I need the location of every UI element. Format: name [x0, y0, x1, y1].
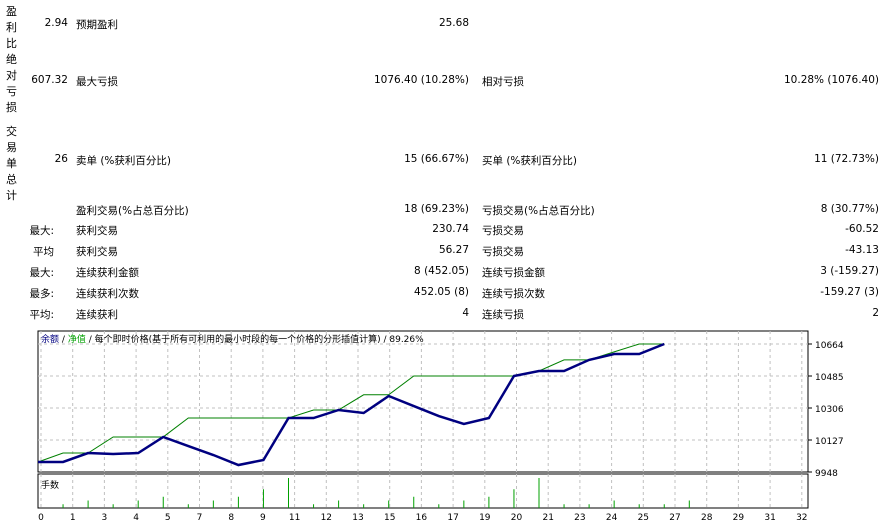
chart-header: 余额 / 净值 / 每个即时价格(基于所有可利用的最小时段的每一个价格的分形插值…	[41, 332, 424, 345]
y-tick-label: 10664	[815, 341, 844, 351]
x-tick-label: 3	[102, 513, 108, 523]
x-tick-label: 5	[165, 513, 171, 523]
x-tick-label: 23	[574, 513, 585, 523]
x-tick-label: 21	[542, 513, 553, 523]
x-tick-label: 28	[701, 513, 713, 523]
x-tick-label: 0	[38, 513, 44, 523]
y-tick-label: 9948	[815, 469, 838, 479]
y-tick-label: 10306	[815, 405, 844, 415]
main-panel	[37, 330, 809, 473]
x-tick-label: 24	[606, 513, 618, 523]
equity-chart: 1066410485103061012799480 1 3 4 5 7 8 9 11 12 13 15…	[37, 330, 844, 523]
x-tick-label: 27	[669, 513, 680, 523]
volume-label: 手数	[41, 481, 60, 491]
x-tick-label: 11	[289, 513, 300, 523]
separator: /	[61, 335, 65, 345]
x-tick-label: 19	[479, 513, 491, 523]
legend-equity: 净值	[67, 335, 86, 345]
x-tick-label: 7	[197, 513, 203, 523]
x-tick-label: 15	[384, 513, 395, 523]
x-tick-label: 1	[70, 513, 76, 523]
x-tick-label: 20	[511, 513, 523, 523]
x-tick-label: 4	[133, 513, 139, 523]
y-tick-label: 10127	[815, 437, 844, 447]
x-tick-label: 31	[764, 513, 775, 523]
legend-balance: 余额	[41, 335, 60, 345]
x-tick-label: 16	[416, 513, 428, 523]
model-info: / 每个即时价格(基于所有可利用的最小时段的每一个价格的分形插值计算) / 89…	[88, 335, 424, 345]
volume-panel	[37, 473, 809, 509]
x-tick-label: 29	[733, 513, 745, 523]
x-tick-label: 12	[321, 513, 332, 523]
x-tick-label: 8	[228, 513, 234, 523]
x-tick-label: 13	[352, 513, 363, 523]
x-tick-label: 25	[638, 513, 649, 523]
x-tick-label: 32	[796, 513, 807, 523]
y-tick-label: 10485	[815, 373, 844, 383]
x-tick-label: 9	[260, 513, 266, 523]
x-tick-label: 17	[447, 513, 458, 523]
